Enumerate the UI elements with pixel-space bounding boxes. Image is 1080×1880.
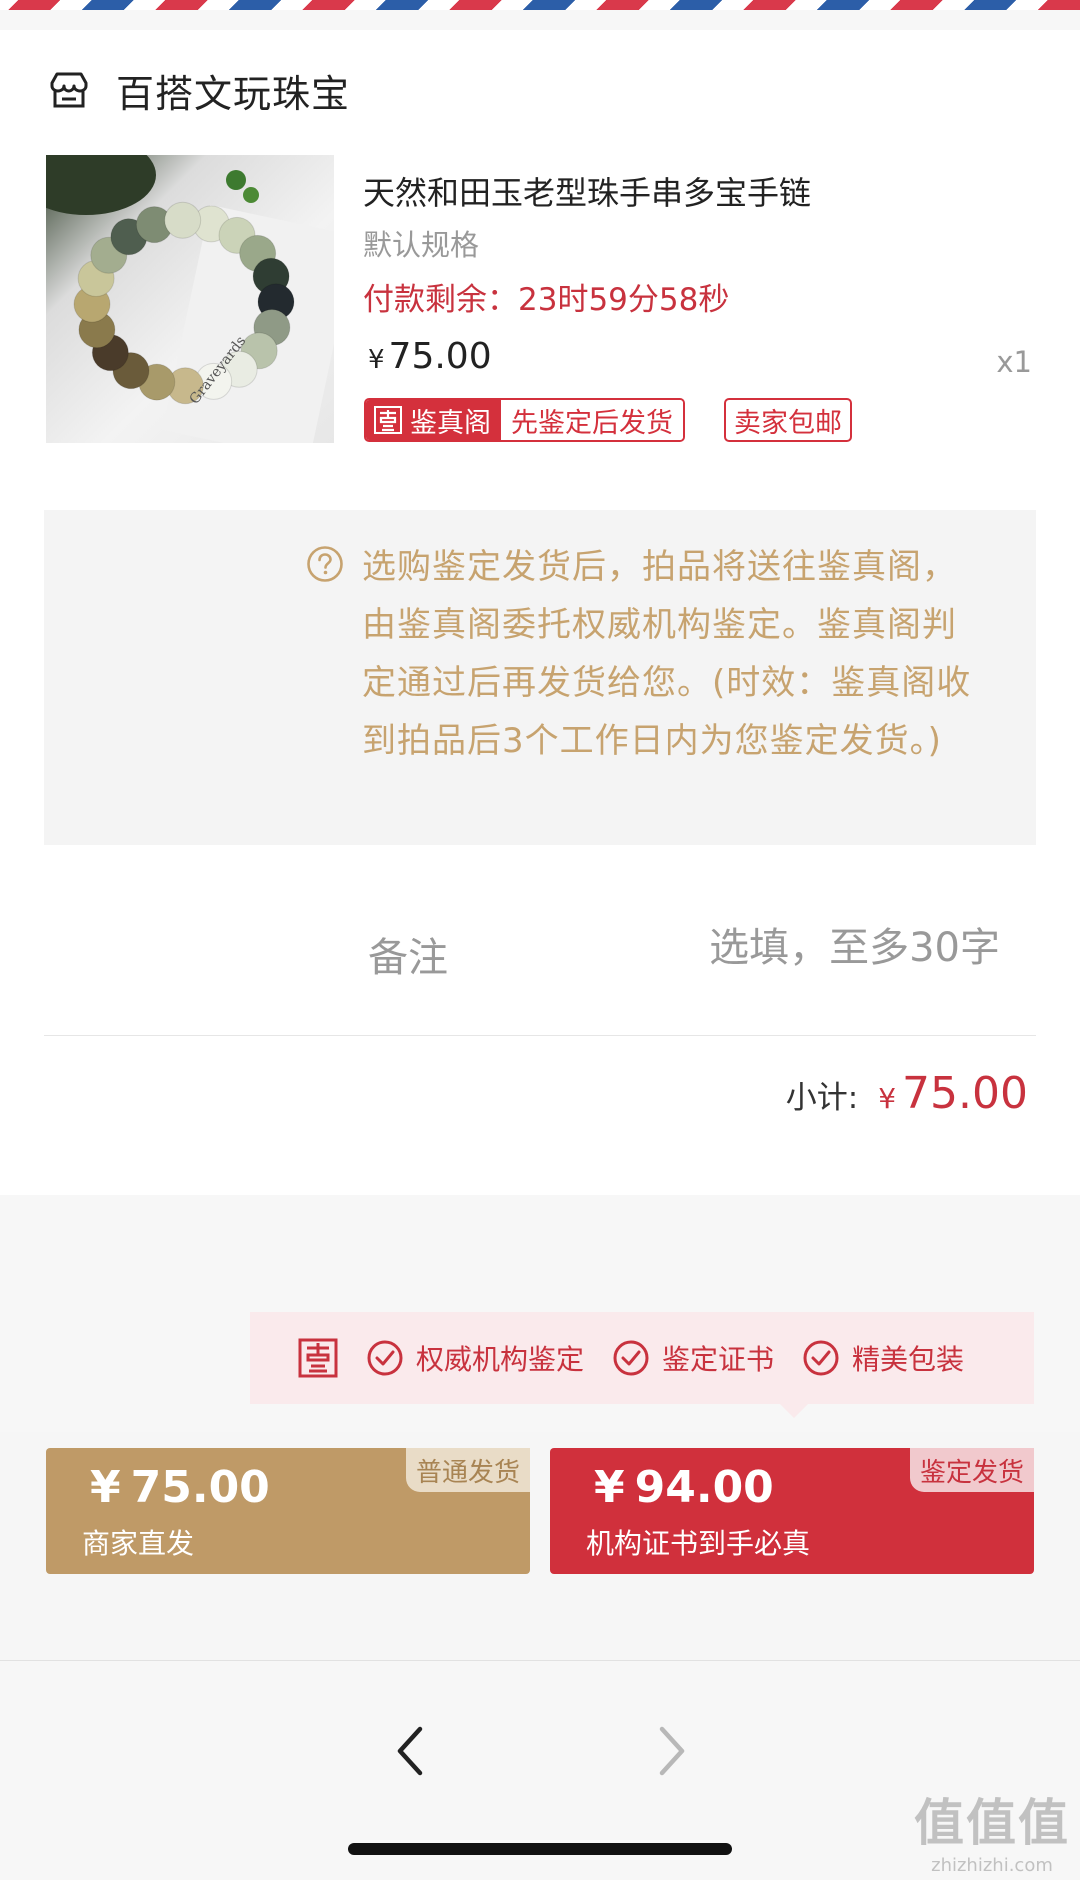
- airmail-border: [0, 0, 1080, 10]
- tip-packaging: 精美包装: [802, 1338, 964, 1378]
- home-indicator[interactable]: [348, 1843, 732, 1855]
- product-spec: 默认规格: [363, 228, 480, 262]
- badge-brand: 鉴真阁: [366, 400, 501, 440]
- shop-name: 百搭文玩珠宝: [116, 71, 351, 116]
- product-title[interactable]: 天然和田玉老型珠手串多宝手链: [363, 168, 811, 214]
- payment-countdown: 付款剩余：23时59分58秒: [363, 282, 730, 318]
- remark-label: 备注: [368, 935, 448, 981]
- bracelet-image: Graveyards: [46, 155, 334, 443]
- price-value: 75.00: [388, 336, 492, 377]
- badge-policy: 先鉴定后发货: [501, 400, 683, 440]
- tip-label: 权威机构鉴定: [416, 1343, 585, 1376]
- check-circle-icon: [367, 1340, 403, 1376]
- chevron-right-icon[interactable]: [640, 1711, 700, 1791]
- question-circle-icon: [307, 546, 343, 582]
- remark-input[interactable]: [640, 918, 1000, 978]
- check-circle-icon: [613, 1340, 649, 1376]
- watermark: 值值值 zhizhizhi.com: [914, 1783, 1070, 1876]
- free-shipping-badge: 卖家包邮: [724, 398, 852, 442]
- chevron-left-icon[interactable]: [380, 1711, 440, 1791]
- normal-shipping-button[interactable]: 普通发货 ¥75.00 商家直发: [46, 1448, 530, 1574]
- shipping-price: ¥94.00: [594, 1462, 774, 1513]
- shipping-subtitle: 商家直发: [82, 1527, 195, 1560]
- appraisal-benefits-tip: 权威机构鉴定 鉴定证书 精美包装: [250, 1312, 1034, 1418]
- bead: [164, 201, 202, 239]
- product-quantity: x1: [996, 345, 1032, 379]
- watermark-logo: 值值值: [914, 1794, 1070, 1852]
- appraisal-shipping-button[interactable]: 鉴定发货 ¥94.00 机构证书到手必真: [550, 1448, 1034, 1574]
- tip-label: 精美包装: [852, 1343, 965, 1376]
- shipping-tag: 鉴定发货: [909, 1448, 1034, 1492]
- subtotal: 小计: ¥ 75.00: [786, 1068, 1028, 1119]
- shipping-tag: 普通发货: [405, 1448, 530, 1492]
- subtotal-label: 小计:: [785, 1080, 859, 1116]
- check-circle-icon: [803, 1340, 839, 1376]
- currency-symbol: ¥: [594, 1462, 625, 1513]
- store-icon: [50, 72, 88, 108]
- subtotal-value: 75.00: [902, 1068, 1028, 1119]
- tip-certificate: 鉴定证书: [612, 1338, 774, 1378]
- product-price: ¥75.00: [368, 336, 492, 377]
- price-value: 94.00: [634, 1462, 774, 1513]
- divider: [44, 1035, 1036, 1036]
- shipping-price: ¥75.00: [90, 1462, 270, 1513]
- currency-symbol: ¥: [368, 345, 385, 375]
- tip-authority-appraisal: 权威机构鉴定: [366, 1338, 584, 1378]
- notice-text: 选购鉴定发货后，拍品将送往鉴真阁，由鉴真阁委托权威机构鉴定。鉴真阁判定通过后再发…: [362, 547, 972, 761]
- browser-nav-bar: 值值值 zhizhizhi.com: [0, 1660, 1080, 1880]
- product-image[interactable]: Graveyards: [46, 155, 334, 443]
- subtotal-currency: ¥: [878, 1082, 897, 1115]
- shipping-subtitle: 机构证书到手必真: [586, 1527, 811, 1560]
- watermark-url: zhizhizhi.com: [931, 1855, 1053, 1876]
- authentication-notice: 选购鉴定发货后，拍品将送往鉴真阁，由鉴真阁委托权威机构鉴定。鉴真阁判定通过后再发…: [44, 510, 1036, 845]
- tip-label: 鉴定证书: [662, 1343, 775, 1376]
- seal-icon: [374, 406, 402, 434]
- currency-symbol: ¥: [90, 1462, 121, 1513]
- shop-header[interactable]: 百搭文玩珠宝: [48, 55, 350, 125]
- price-value: 75.00: [130, 1462, 270, 1513]
- authentication-badge: 鉴真阁 先鉴定后发货: [364, 398, 685, 442]
- seal-icon: [298, 1338, 338, 1378]
- badge-brand-label: 鉴真阁: [410, 407, 491, 439]
